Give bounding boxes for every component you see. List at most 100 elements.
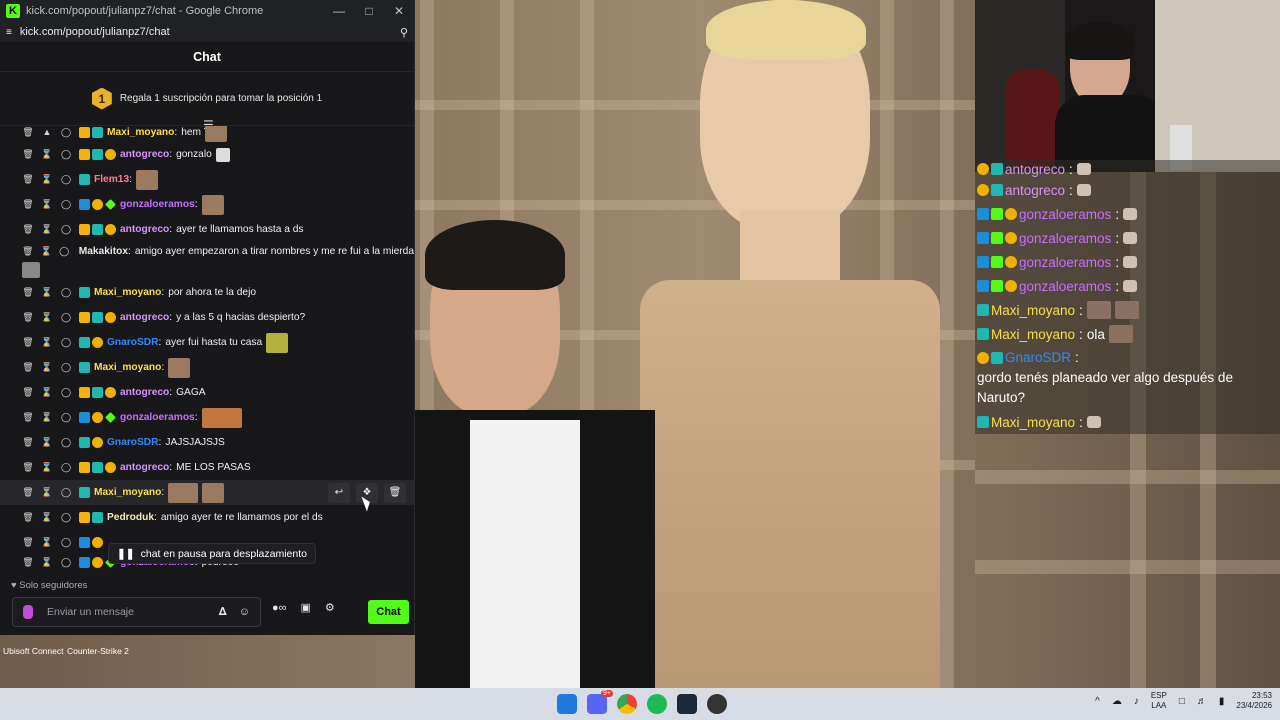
zoom-icon[interactable]: ⚲ [400, 26, 408, 39]
delete-icon[interactable]: 🗑 [22, 174, 34, 185]
mic-icon[interactable] [23, 605, 33, 619]
chat-message[interactable]: 🗑 ⌛ ◯ gonzaloeramos: [0, 192, 414, 217]
close-button[interactable]: ✕ [384, 4, 414, 18]
windows-start-icon[interactable] [557, 694, 577, 714]
timeout-icon[interactable]: ⌛ [41, 537, 53, 548]
delete-icon[interactable]: 🗑 [22, 246, 33, 257]
timeout-icon[interactable]: ▲ [41, 127, 53, 137]
chat-message[interactable]: 🗑 ⌛ ◯ gonzaloeramos: [0, 405, 414, 430]
timeout-icon[interactable]: ⌛ [41, 174, 53, 185]
volume-icon[interactable]: ♬ [1197, 696, 1207, 707]
desktop-icon-label[interactable]: Ubisoft Connect [3, 646, 63, 656]
delete-icon[interactable]: 🗑 [22, 287, 34, 298]
site-info-icon[interactable]: ≡ [6, 27, 12, 38]
language-indicator[interactable]: ESP LAA [1151, 691, 1167, 711]
chrome-icon[interactable] [617, 694, 637, 714]
chat-message[interactable]: 🗑 ▲ ◯ Maxi_moyano: hem [0, 126, 414, 142]
chat-username[interactable]: Maxi_moyano [107, 127, 174, 138]
chat-message[interactable]: 🗑 ⌛ ◯ GnaroSDR: JAJSJAJSJS [0, 430, 414, 455]
chat-message[interactable]: 🗑 ⌛ ◯ GnaroSDR: ayer fui hasta tu casa [0, 330, 414, 355]
address-bar[interactable]: ≡ kick.com/popout/julianpz7/chat ⚲ [0, 22, 414, 42]
chat-message[interactable]: 🗑 ⌛ ◯ Maxi_moyano: por ahora te la dejo [0, 280, 414, 305]
delete-icon[interactable]: 🗑 [22, 312, 34, 323]
chevron-up-icon[interactable]: ^ [1095, 696, 1100, 707]
chat-username[interactable]: Maxi_moyano [94, 287, 161, 298]
mic-tray-icon[interactable]: ♪ [1134, 696, 1139, 707]
timeout-icon[interactable]: ⌛ [40, 246, 51, 257]
send-chat-button[interactable]: Chat [368, 600, 409, 624]
chat-username[interactable]: Maxi_moyano [94, 487, 161, 498]
chat-username[interactable]: antogreco [120, 224, 169, 235]
delete-icon[interactable]: 🗑 [22, 462, 34, 473]
delete-icon[interactable]: 🗑 [22, 537, 34, 548]
obs-icon[interactable] [707, 694, 727, 714]
chat-username[interactable]: gonzaloeramos [120, 412, 195, 423]
minimize-button[interactable]: — [324, 4, 354, 18]
timeout-icon[interactable]: ⌛ [41, 487, 53, 498]
chat-message[interactable]: 🗑 ⌛ ◯ Maxi_moyano: ↩ ❖ 🗑 [0, 480, 414, 505]
spotify-icon[interactable] [647, 694, 667, 714]
timeout-icon[interactable]: ⌛ [41, 312, 53, 323]
chat-username[interactable]: GnaroSDR [107, 337, 159, 348]
message-input[interactable]: Enviar un mensaje 𝚫 ☺ [12, 597, 261, 627]
chat-username[interactable]: Maxi_moyano [94, 362, 161, 373]
timeout-icon[interactable]: ⌛ [41, 387, 53, 398]
emoji-icon[interactable]: ☺ [239, 606, 250, 618]
delete-icon[interactable]: 🗑 [22, 199, 34, 210]
delete-icon[interactable]: 🗑 [22, 337, 34, 348]
timeout-icon[interactable]: ⌛ [41, 199, 53, 210]
chat-username[interactable]: gonzaloeramos [120, 199, 195, 210]
chat-message[interactable]: 🗑 ⌛ ◯ Makakitox: amigo ayer empezaron a … [0, 242, 414, 280]
chat-username[interactable]: Makakitox [79, 246, 128, 257]
timeout-icon[interactable]: ⌛ [41, 437, 53, 448]
delete-icon[interactable]: 🗑 [22, 512, 34, 523]
delete-icon[interactable]: 🗑 [22, 149, 34, 160]
delete-icon[interactable]: 🗑 [22, 557, 34, 568]
chat-message[interactable]: 🗑 ⌛ ◯ antogreco: gonzalo [0, 142, 414, 167]
url-text[interactable]: kick.com/popout/julianpz7/chat [20, 26, 400, 38]
timeout-icon[interactable]: ⌛ [41, 462, 53, 473]
delete-icon[interactable]: 🗑 [22, 127, 34, 138]
maximize-button[interactable]: □ [354, 4, 384, 18]
chat-message-list[interactable]: 🗑 ▲ ◯ Maxi_moyano: hem 🗑 ⌛ ◯ antogreco: … [0, 126, 414, 576]
title-bar[interactable]: K kick.com/popout/julianpz7/chat - Googl… [0, 0, 414, 22]
delete-icon[interactable]: 🗑 [22, 487, 34, 498]
delete-icon[interactable]: 🗑 [22, 387, 34, 398]
chat-paused-pill[interactable]: ❚❚ chat en pausa para desplazamiento [108, 543, 316, 564]
reply-button[interactable]: ↩ [328, 482, 350, 503]
delete-icon[interactable]: 🗑 [22, 224, 34, 235]
timeout-icon[interactable]: ⌛ [41, 149, 53, 160]
chat-username[interactable]: antogreco [120, 149, 169, 160]
delete-icon[interactable]: 🗑 [22, 412, 34, 423]
chat-username[interactable]: Flem13 [94, 174, 129, 185]
chat-username[interactable]: antogreco [120, 462, 169, 473]
chat-message[interactable]: 🗑 ⌛ ◯ Pedroduk: amigo ayer te re llamamo… [0, 505, 414, 530]
settings-gear-icon[interactable]: ⚙ [325, 601, 335, 614]
chat-message[interactable]: 🗑 ⌛ ◯ Maxi_moyano: [0, 355, 414, 380]
timeout-icon[interactable]: ⌛ [41, 557, 53, 568]
chat-message[interactable]: 🗑 ⌛ ◯ Flem13: [0, 167, 414, 192]
translate-icon[interactable]: 𝚫 [219, 606, 227, 619]
steam-icon[interactable] [677, 694, 697, 714]
delete-icon[interactable]: 🗑 [22, 437, 34, 448]
delete-icon[interactable]: 🗑 [22, 362, 34, 373]
chat-message[interactable]: 🗑 ⌛ ◯ antogreco: ayer te llamamos hasta … [0, 217, 414, 242]
timeout-icon[interactable]: ⌛ [41, 287, 53, 298]
timeout-icon[interactable]: ⌛ [41, 337, 53, 348]
clock[interactable]: 23:53 23/4/2026 [1236, 691, 1272, 711]
timeout-icon[interactable]: ⌛ [41, 412, 53, 423]
delete-message-button[interactable]: 🗑 [384, 482, 406, 503]
timeout-icon[interactable]: ⌛ [41, 224, 53, 235]
timeout-icon[interactable]: ⌛ [41, 512, 53, 523]
points-icon[interactable]: ●∞ [272, 602, 287, 614]
discord-icon[interactable]: 9+ [587, 690, 613, 714]
chat-username[interactable]: GnaroSDR [107, 437, 159, 448]
chat-message[interactable]: 🗑 ⌛ ◯ antogreco: y a las 5 q hacias desp… [0, 305, 414, 330]
desktop-icon-label[interactable]: Counter-Strike 2 [67, 646, 129, 656]
chat-message[interactable]: 🗑 ⌛ ◯ antogreco: GAGA [0, 380, 414, 405]
message-placeholder[interactable]: Enviar un mensaje [47, 606, 207, 618]
chat-message[interactable]: 🗑 ⌛ ◯ antogreco: ME LOS PASAS [0, 455, 414, 480]
timeout-icon[interactable]: ⌛ [41, 362, 53, 373]
chat-username[interactable]: antogreco [120, 312, 169, 323]
chat-username[interactable]: Pedroduk [107, 512, 154, 523]
